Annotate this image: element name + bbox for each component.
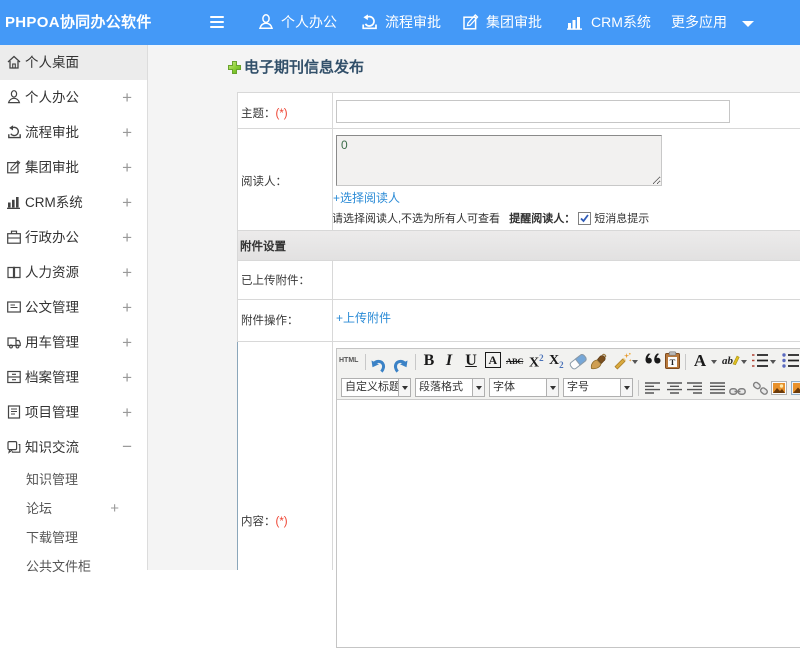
svg-text:T: T	[670, 357, 676, 367]
svg-text:ab: ab	[722, 355, 734, 367]
